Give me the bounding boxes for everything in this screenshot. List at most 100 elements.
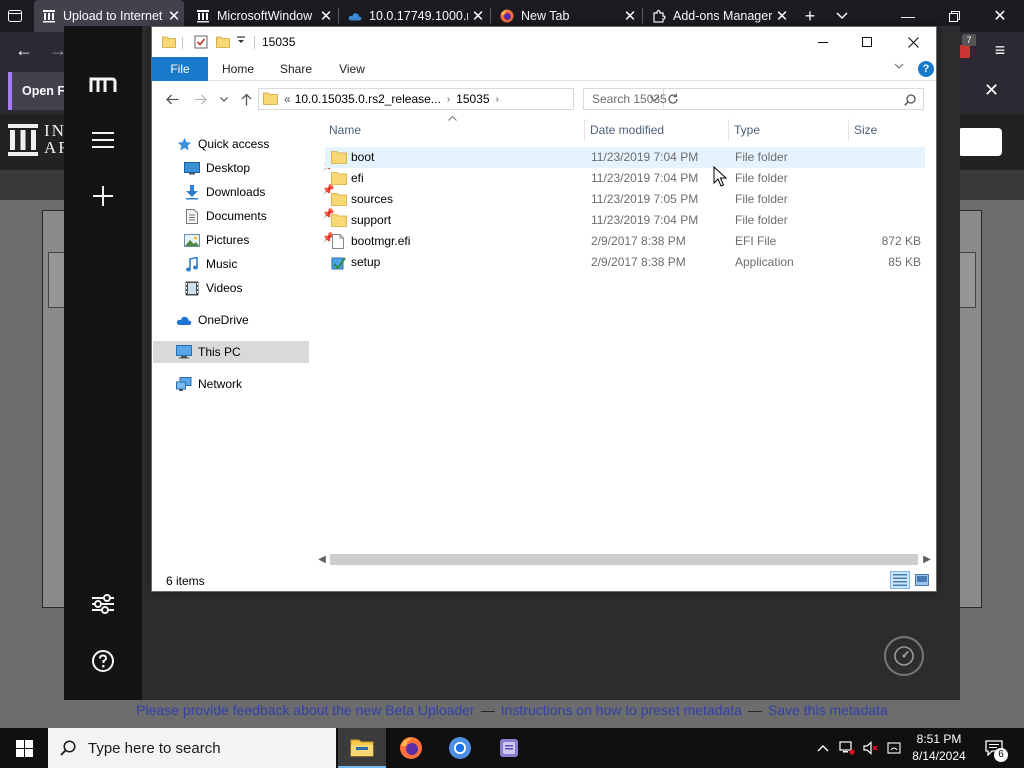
column-header-size[interactable]: Size	[854, 119, 924, 141]
show-hidden-icons[interactable]	[812, 728, 834, 768]
nav-videos[interactable]: Videos	[184, 277, 312, 299]
network-icon[interactable]	[836, 728, 858, 768]
nav-pictures[interactable]: Pictures 📌	[184, 229, 334, 251]
windows-start-icon[interactable]	[0, 728, 48, 768]
details-view-icon[interactable]	[890, 571, 910, 589]
restore-icon[interactable]	[944, 6, 964, 26]
file-name: support	[351, 213, 392, 227]
breadcrumb-build-folder[interactable]: 10.0.15035.0.rs2_release...	[295, 92, 441, 106]
scroll-left-icon[interactable]: ◀	[315, 552, 329, 567]
chrome-taskbar-icon[interactable]	[436, 728, 484, 768]
nav-label: OneDrive	[198, 313, 249, 327]
close-button[interactable]	[890, 27, 936, 57]
mouse-cursor-icon	[713, 165, 728, 188]
download-icon	[184, 184, 200, 200]
feedback-link[interactable]: Please provide feedback about the new Be…	[136, 702, 475, 718]
extension-badge: 7	[962, 34, 976, 46]
back-icon[interactable]: ←	[12, 38, 36, 62]
tab-list-icon[interactable]	[6, 8, 24, 24]
maximize-button[interactable]	[844, 27, 890, 57]
properties-icon[interactable]	[194, 35, 208, 49]
column-divider[interactable]	[848, 119, 849, 141]
notification-count-badge: 6	[994, 748, 1008, 762]
file-row[interactable]: setup 2/9/2017 8:38 PM Application 85 KB	[325, 252, 925, 273]
nav-network[interactable]: Network	[176, 373, 314, 395]
app-taskbar-icon[interactable]	[485, 728, 533, 768]
desktop-icon	[184, 160, 200, 176]
ribbon-tabs: File Home Share View ?	[152, 57, 936, 81]
forward-arrow-icon[interactable]	[190, 89, 210, 109]
close-icon[interactable]: ✕	[620, 7, 640, 25]
minimize-icon[interactable]: —	[898, 6, 918, 26]
file-type: File folder	[735, 213, 788, 227]
nav-desktop[interactable]: Desktop 📌	[184, 157, 334, 179]
menu-icon[interactable]: ≡	[988, 38, 1012, 62]
firefox-taskbar-icon[interactable]	[387, 728, 435, 768]
tab-share[interactable]: Share	[272, 57, 320, 81]
help-circle-icon[interactable]	[90, 648, 116, 674]
breadcrumb-15035[interactable]: 15035	[456, 92, 489, 106]
breadcrumb-overflow[interactable]: «	[280, 92, 295, 106]
hamburger-icon[interactable]	[90, 130, 116, 150]
site-search-box[interactable]	[958, 128, 1002, 156]
breadcrumb-chevron-icon[interactable]: ›	[490, 94, 505, 105]
horizontal-scrollbar[interactable]: ◀ ▶	[314, 551, 936, 568]
column-header-date[interactable]: Date modified	[590, 119, 726, 141]
close-icon[interactable]: ✕	[316, 7, 336, 25]
expand-ribbon-icon[interactable]	[894, 60, 904, 72]
tab-file[interactable]: File	[152, 57, 208, 81]
column-divider[interactable]	[584, 119, 585, 141]
taskbar-clock[interactable]: 8:51 PM 8/14/2024	[906, 731, 972, 765]
back-arrow-icon[interactable]	[162, 89, 182, 109]
nav-downloads[interactable]: Downloads 📌	[184, 181, 334, 203]
help-button[interactable]: ?	[918, 61, 934, 77]
nav-onedrive[interactable]: OneDrive	[176, 309, 314, 331]
column-header-type[interactable]: Type	[734, 119, 848, 141]
volume-muted-icon[interactable]	[860, 728, 882, 768]
preset-metadata-link[interactable]: Instructions on how to preset metadata	[501, 702, 742, 718]
customize-qat-icon[interactable]	[236, 35, 250, 49]
nav-documents[interactable]: Documents 📌	[184, 205, 334, 227]
uploader-logo-icon[interactable]	[88, 74, 118, 94]
file-name: bootmgr.efi	[351, 234, 411, 248]
file-row[interactable]: boot 11/23/2019 7:04 PM File folder	[325, 147, 925, 168]
close-icon[interactable]: ✕	[772, 7, 792, 25]
up-arrow-icon[interactable]	[236, 89, 256, 109]
tab-view[interactable]: View	[328, 57, 376, 81]
breadcrumb-chevron-icon[interactable]: ›	[441, 94, 456, 105]
save-metadata-link[interactable]: Save this metadata	[768, 702, 888, 718]
open-file-button[interactable]: Open Fi	[8, 72, 70, 110]
close-icon[interactable]: ✕	[468, 7, 488, 25]
search-input[interactable]: Search 15035	[583, 88, 924, 110]
close-window-icon[interactable]: ✕	[990, 6, 1010, 26]
keyboard-icon[interactable]	[884, 728, 904, 768]
new-folder-icon[interactable]	[216, 35, 230, 49]
file-row[interactable]: support 11/23/2019 7:04 PM File folder	[325, 210, 925, 231]
column-header-name[interactable]: Name	[329, 119, 583, 141]
add-icon[interactable]	[90, 184, 116, 208]
sliders-icon[interactable]	[90, 592, 116, 616]
archive-logo-icon[interactable]	[8, 124, 38, 156]
address-box[interactable]: « 10.0.15035.0.rs2_release... › 15035 ›	[258, 88, 678, 110]
file-explorer-taskbar-icon[interactable]	[338, 728, 386, 768]
nav-this-pc[interactable]: This PC	[153, 341, 309, 363]
tab-home[interactable]: Home	[214, 57, 262, 81]
scroll-right-icon[interactable]: ▶	[920, 552, 934, 567]
speedometer-icon[interactable]	[884, 636, 924, 676]
new-tab-icon[interactable]: +	[800, 6, 820, 26]
recent-locations-icon[interactable]	[214, 89, 234, 109]
close-icon[interactable]: ✕	[984, 80, 999, 101]
chevron-down-icon[interactable]	[832, 6, 852, 26]
nav-quick-access[interactable]: Quick access	[176, 133, 314, 155]
file-date: 2/9/2017 8:38 PM	[591, 234, 686, 248]
taskbar-search-box[interactable]: Type here to search	[48, 728, 336, 768]
nav-music[interactable]: Music	[184, 253, 312, 275]
large-icons-view-icon[interactable]	[912, 571, 932, 589]
minimize-button[interactable]	[800, 27, 846, 57]
column-divider[interactable]	[728, 119, 729, 141]
file-row[interactable]: sources 11/23/2019 7:05 PM File folder	[325, 189, 925, 210]
file-row[interactable]: efi 11/23/2019 7:04 PM File folder	[325, 168, 925, 189]
close-icon[interactable]: ✕	[164, 7, 184, 25]
file-row[interactable]: bootmgr.efi 2/9/2017 8:38 PM EFI File 87…	[325, 231, 925, 252]
scroll-thumb[interactable]	[330, 554, 918, 565]
